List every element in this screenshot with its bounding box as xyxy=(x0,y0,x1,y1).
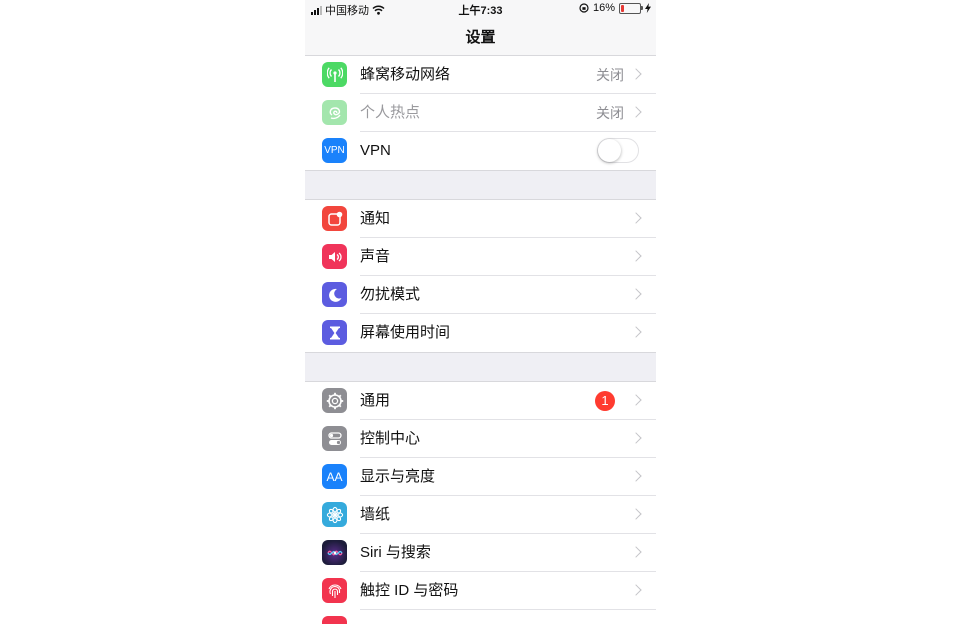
siri-search-label: Siri 与搜索 xyxy=(360,544,431,561)
rotation-lock-icon xyxy=(579,3,589,13)
screen-time-label: 屏幕使用时间 xyxy=(360,324,451,341)
sounds-row[interactable]: 声音 xyxy=(305,238,656,276)
general-label: 通用 xyxy=(360,392,391,409)
vpn-icon: VPN xyxy=(322,138,347,163)
display-icon: AA xyxy=(322,464,347,489)
vpn-toggle[interactable] xyxy=(597,138,639,163)
status-bar: 中国移动 上午7:33 16% xyxy=(305,0,656,18)
antenna-icon xyxy=(322,62,347,87)
general-row[interactable]: 通用 1 xyxy=(305,382,656,420)
hotspot-row[interactable]: 个人热点 关闭 xyxy=(305,94,656,132)
siri-search-row[interactable]: Siri 与搜索 xyxy=(305,534,656,572)
siri-icon xyxy=(322,540,347,565)
gear-icon xyxy=(322,388,347,413)
fingerprint-icon xyxy=(322,578,347,603)
screen-time-row[interactable]: 屏幕使用时间 xyxy=(305,314,656,352)
chevron-right-icon xyxy=(630,432,642,444)
control-center-row[interactable]: 控制中心 xyxy=(305,420,656,458)
battery-percent: 16% xyxy=(592,2,615,14)
chevron-right-icon xyxy=(630,508,642,520)
charging-icon xyxy=(645,3,651,13)
connectivity-section: 蜂窝移动网络 关闭 个人热点 关闭 VPN VPN xyxy=(305,56,656,171)
next-settings-row[interactable] xyxy=(305,610,656,624)
control-center-label: 控制中心 xyxy=(360,430,421,447)
navigation-bar: 中国移动 上午7:33 16% 设置 xyxy=(305,0,656,56)
hotspot-icon xyxy=(322,100,347,125)
hotspot-value: 关闭 xyxy=(596,105,624,121)
notifications-icon xyxy=(322,206,347,231)
partial-row-icon xyxy=(322,616,347,624)
notifications-label: 通知 xyxy=(360,210,391,227)
chevron-right-icon xyxy=(630,68,642,80)
cellular-row[interactable]: 蜂窝移动网络 关闭 xyxy=(305,56,656,94)
chevron-right-icon xyxy=(630,212,642,224)
speaker-icon xyxy=(322,244,347,269)
do-not-disturb-row[interactable]: 勿扰模式 xyxy=(305,276,656,314)
update-badge: 1 xyxy=(595,391,615,411)
touch-id-label: 触控 ID 与密码 xyxy=(360,582,459,599)
chevron-right-icon xyxy=(630,394,642,406)
chevron-right-icon xyxy=(630,106,642,118)
cellular-value: 关闭 xyxy=(596,67,624,83)
chevron-right-icon xyxy=(630,326,642,338)
do-not-disturb-label: 勿扰模式 xyxy=(360,286,421,303)
vpn-row: VPN VPN xyxy=(305,132,656,170)
sounds-label: 声音 xyxy=(360,248,391,265)
toggles-icon xyxy=(322,426,347,451)
page-title: 设置 xyxy=(465,29,496,46)
chevron-right-icon xyxy=(630,584,642,596)
general-section: 通用 1 控制中心 AA 显示与亮度 墙纸 Siri 与搜索 触控 ID 与密码 xyxy=(305,381,656,624)
notifications-row[interactable]: 通知 xyxy=(305,200,656,238)
vpn-label: VPN xyxy=(360,142,391,159)
chevron-right-icon xyxy=(630,250,642,262)
cellular-label: 蜂窝移动网络 xyxy=(360,66,451,83)
touch-id-row[interactable]: 触控 ID 与密码 xyxy=(305,572,656,610)
wallpaper-row[interactable]: 墙纸 xyxy=(305,496,656,534)
chevron-right-icon xyxy=(630,470,642,482)
chevron-right-icon xyxy=(630,546,642,558)
flower-icon xyxy=(322,502,347,527)
moon-icon xyxy=(322,282,347,307)
notifications-section: 通知 声音 勿扰模式 屏幕使用时间 xyxy=(305,199,656,353)
display-brightness-label: 显示与亮度 xyxy=(360,468,436,485)
wallpaper-label: 墙纸 xyxy=(360,506,391,523)
settings-screen: 中国移动 上午7:33 16% 设置 蜂窝移动网络 关闭 个人热点 关闭 VPN… xyxy=(305,0,656,624)
chevron-right-icon xyxy=(630,288,642,300)
battery-icon xyxy=(619,2,643,14)
hourglass-icon xyxy=(322,320,347,345)
hotspot-label: 个人热点 xyxy=(360,104,421,121)
display-brightness-row[interactable]: AA 显示与亮度 xyxy=(305,458,656,496)
